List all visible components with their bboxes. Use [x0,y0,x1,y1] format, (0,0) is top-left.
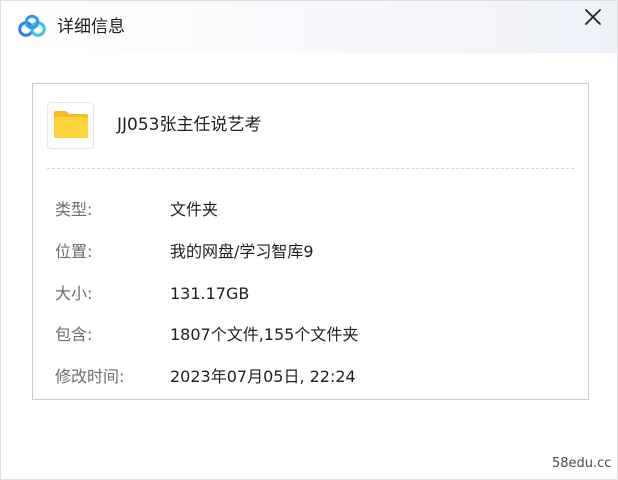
detail-label: 位置: [55,242,93,261]
dialog-title: 详细信息 [57,17,125,37]
detail-label: 大小: [55,284,93,303]
baidu-netdisk-logo-icon [17,14,47,40]
folder-icon [53,109,89,143]
detail-row-type: 类型: 文件夹 [55,198,575,222]
details-dialog: 详细信息 JJ053张主任说艺考 类型: 文件夹 位置: 我的网盘/学习智库9 … [0,0,618,480]
details-panel: JJ053张主任说艺考 类型: 文件夹 位置: 我的网盘/学习智库9 大小: 1… [32,83,589,400]
file-thumbnail [47,102,94,149]
detail-value: 我的网盘/学习智库9 [170,242,314,261]
detail-row-contains: 包含: 1807个文件,155个文件夹 [55,323,575,347]
detail-label: 包含: [55,325,93,344]
detail-row-modified: 修改时间: 2023年07月05日, 22:24 [55,365,575,389]
divider [47,168,574,169]
detail-label: 类型: [55,200,93,219]
file-name: JJ053张主任说艺考 [117,115,262,135]
detail-value: 文件夹 [170,200,219,219]
detail-value: 2023年07月05日, 22:24 [170,367,356,386]
title-bar: 详细信息 [1,1,617,53]
close-icon [584,8,602,30]
detail-label: 修改时间: [55,367,125,386]
detail-value: 131.17GB [170,284,250,303]
detail-value: 1807个文件,155个文件夹 [170,325,359,344]
detail-row-size: 大小: 131.17GB [55,282,575,306]
watermark: 58edu.cc [552,456,612,471]
close-button[interactable] [579,6,607,32]
detail-row-location: 位置: 我的网盘/学习智库9 [55,240,575,264]
